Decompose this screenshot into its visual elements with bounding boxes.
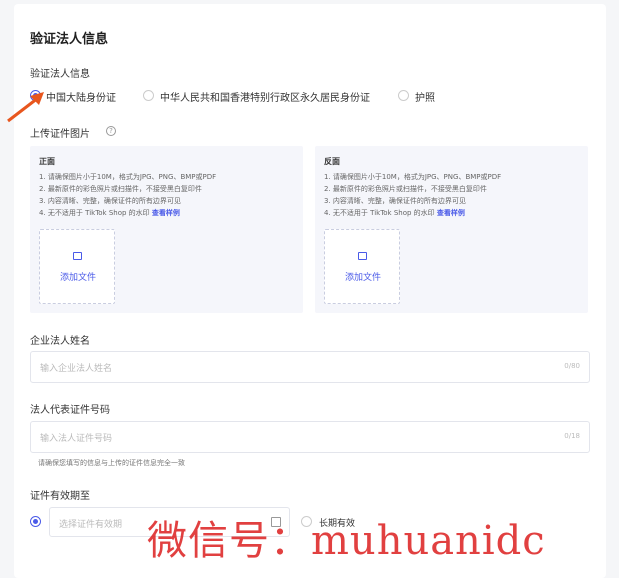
radio-passport[interactable] xyxy=(398,90,409,101)
radio-label-mainland[interactable]: 中国大陆身份证 xyxy=(46,89,116,104)
form-card: 验证法人信息 验证法人信息 中国大陆身份证 中华人民共和国香港特别行政区永久居民… xyxy=(14,4,606,578)
front-rule-2: 2. 最新原件的彩色照片或扫描件，不接受黑白复印件 xyxy=(39,185,202,193)
image-icon xyxy=(73,252,82,260)
radio-label-hk[interactable]: 中华人民共和国香港特别行政区永久居民身份证 xyxy=(160,89,370,104)
front-rule-3: 3. 内容清晰、完整，确保证件的所有边界可见 xyxy=(39,197,181,205)
radio-expiry-date[interactable] xyxy=(30,516,41,527)
idno-hint: 请确保您填写的信息与上传的证件信息完全一致 xyxy=(38,459,185,467)
back-sample-link[interactable]: 查看样例 xyxy=(437,209,465,217)
front-add-file-button[interactable]: 添加文件 xyxy=(39,229,115,304)
image-icon xyxy=(358,252,367,260)
id-type-label: 验证法人信息 xyxy=(30,69,90,80)
front-rule-4: 4. 无不适用于 TikTok Shop 的水印 查看样例 xyxy=(39,209,180,217)
radio-label-passport[interactable]: 护照 xyxy=(415,89,435,104)
page-title: 验证法人信息 xyxy=(30,32,109,47)
radio-hk-id[interactable] xyxy=(143,90,154,101)
upload-label: 上传证件图片 xyxy=(30,129,90,140)
back-add-file-button[interactable]: 添加文件 xyxy=(324,229,400,304)
red-arrow-annotation xyxy=(7,92,44,123)
back-rule-4: 4. 无不适用于 TikTok Shop 的水印 查看样例 xyxy=(324,209,465,217)
watermark-text: 微信号：muhuanidc xyxy=(147,518,546,564)
name-label: 企业法人姓名 xyxy=(30,336,90,347)
front-upload-panel: 正面 1. 请确保图片小于10M，格式为JPG、PNG、BMP或PDF 2. 最… xyxy=(30,146,303,313)
back-rule-2: 2. 最新原件的彩色照片或扫描件，不接受黑白复印件 xyxy=(324,185,487,193)
front-sample-link[interactable]: 查看样例 xyxy=(152,209,180,217)
legal-name-input[interactable]: 输入企业法人姓名 0/80 xyxy=(30,351,590,383)
idno-label: 法人代表证件号码 xyxy=(30,405,110,416)
question-circle-icon[interactable]: ? xyxy=(106,126,116,136)
front-title: 正面 xyxy=(39,157,55,166)
back-rule-1: 1. 请确保图片小于10M，格式为JPG、PNG、BMP或PDF xyxy=(324,173,502,181)
front-rule-1: 1. 请确保图片小于10M，格式为JPG、PNG、BMP或PDF xyxy=(39,173,217,181)
id-number-input[interactable]: 输入法人证件号码 0/18 xyxy=(30,421,590,453)
back-upload-panel: 反面 1. 请确保图片小于10M，格式为JPG、PNG、BMP或PDF 2. 最… xyxy=(315,146,588,313)
back-title: 反面 xyxy=(324,157,340,166)
back-rule-3: 3. 内容清晰、完整，确保证件的所有边界可见 xyxy=(324,197,466,205)
expiry-label: 证件有效期至 xyxy=(30,491,90,502)
